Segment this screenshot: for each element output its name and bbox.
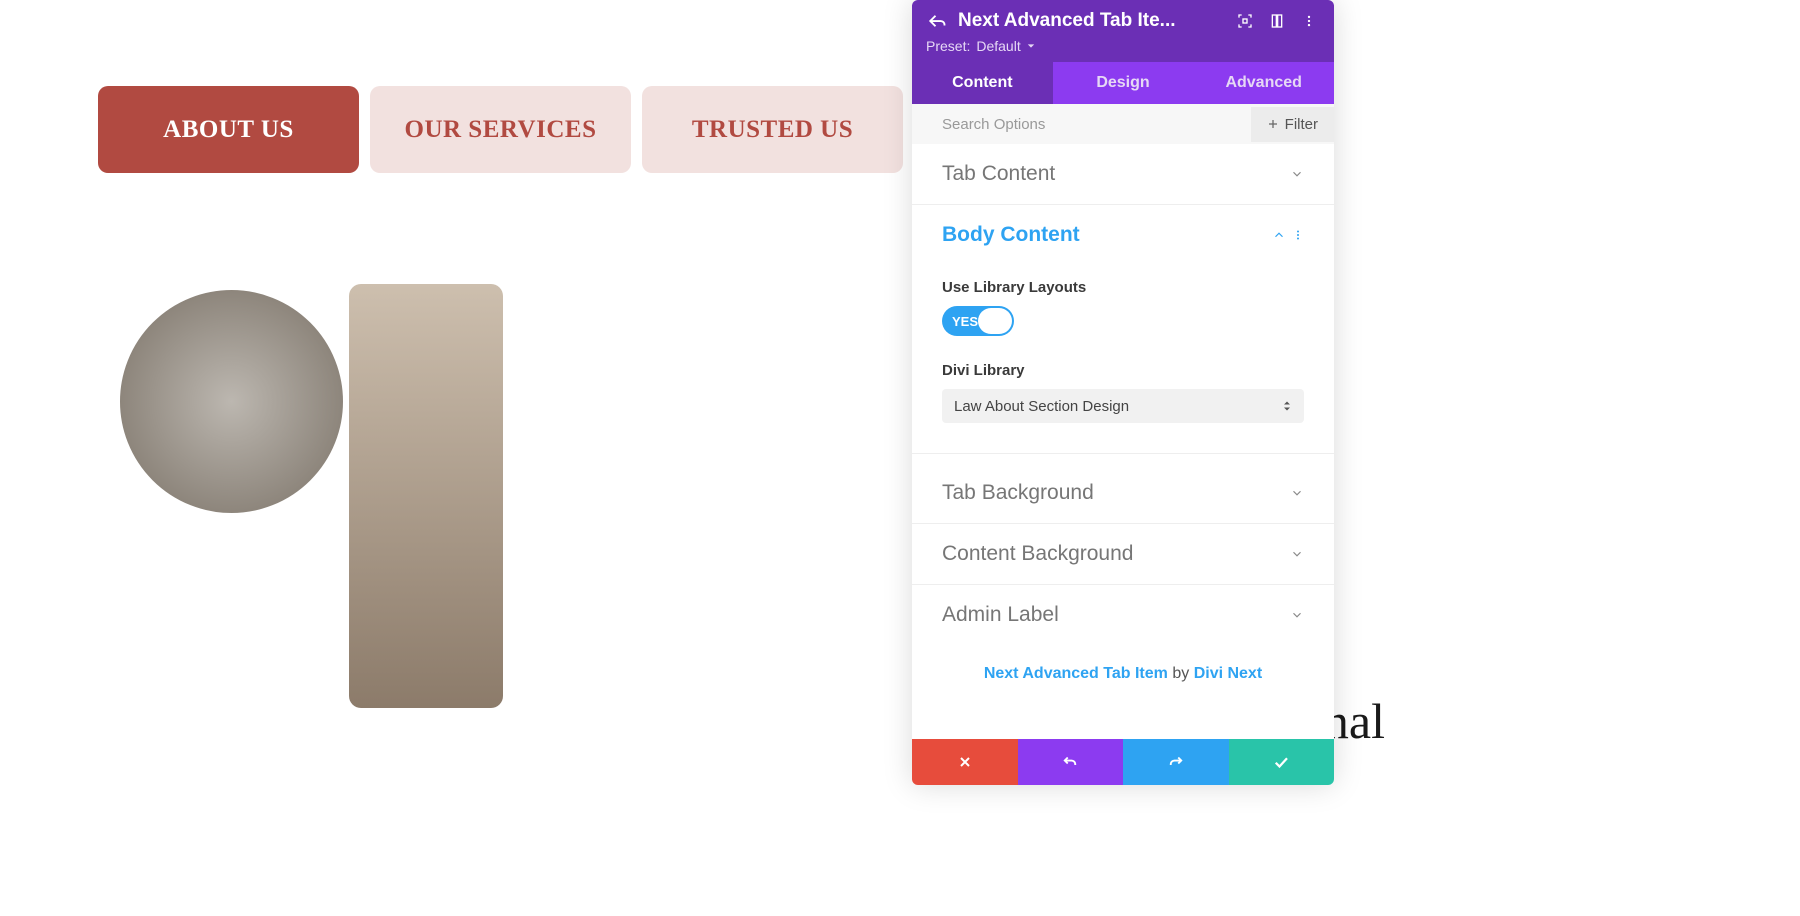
use-library-label: Use Library Layouts xyxy=(942,279,1304,296)
justice-statue-circle-image xyxy=(114,284,349,519)
section-title: Tab Background xyxy=(942,481,1094,505)
author-link[interactable]: Divi Next xyxy=(1194,665,1262,682)
module-settings-panel: Next Advanced Tab Ite... Preset: Default… xyxy=(912,0,1334,785)
about-content-images xyxy=(114,284,504,708)
preset-label: Preset: xyxy=(926,38,970,54)
section-title: Admin Label xyxy=(942,603,1059,627)
section-tab-background[interactable]: Tab Background xyxy=(912,463,1334,524)
select-arrows-icon xyxy=(1282,400,1292,412)
divi-library-select[interactable]: Law About Section Design xyxy=(942,389,1304,423)
tab-trusted-us[interactable]: TRUSTED US xyxy=(642,86,903,173)
module-credit: Next Advanced Tab Item by Divi Next xyxy=(912,645,1334,703)
back-icon[interactable] xyxy=(926,10,948,32)
panel-title: Next Advanced Tab Ite... xyxy=(958,10,1224,32)
use-library-toggle[interactable]: YES xyxy=(942,306,1014,336)
panel-tab-design[interactable]: Design xyxy=(1053,62,1194,104)
panel-body: Tab Content Body Content Use Library Lay… xyxy=(912,144,1334,739)
lawyer-rect-image xyxy=(349,284,503,708)
preset-selector[interactable]: Preset: Default xyxy=(926,38,1320,54)
section-tab-content[interactable]: Tab Content xyxy=(912,144,1334,205)
chevron-down-icon xyxy=(1290,167,1304,181)
drag-icon[interactable] xyxy=(1266,10,1288,32)
panel-tab-content[interactable]: Content xyxy=(912,62,1053,104)
chevron-down-icon xyxy=(1027,42,1035,50)
filter-label: Filter xyxy=(1285,116,1318,133)
more-icon[interactable] xyxy=(1292,229,1304,241)
undo-icon xyxy=(1061,753,1079,771)
body-content-fields: Use Library Layouts YES Divi Library Law… xyxy=(912,279,1334,443)
more-icon[interactable] xyxy=(1298,10,1320,32)
cancel-button[interactable] xyxy=(912,739,1018,785)
panel-header: Next Advanced Tab Ite... Preset: Default xyxy=(912,0,1334,62)
divi-library-value: Law About Section Design xyxy=(954,398,1129,415)
search-filter-row: Search Options Filter xyxy=(912,104,1334,144)
chevron-up-icon xyxy=(1272,228,1286,242)
panel-tab-advanced[interactable]: Advanced xyxy=(1193,62,1334,104)
divi-library-label: Divi Library xyxy=(942,362,1304,379)
redo-button[interactable] xyxy=(1123,739,1229,785)
chevron-down-icon xyxy=(1290,608,1304,622)
tab-our-services[interactable]: OUR SERVICES xyxy=(370,86,631,173)
section-admin-label[interactable]: Admin Label xyxy=(912,585,1334,645)
module-name-link[interactable]: Next Advanced Tab Item xyxy=(984,665,1168,682)
chevron-down-icon xyxy=(1290,486,1304,500)
tab-about-us[interactable]: ABOUT US xyxy=(98,86,359,173)
section-title: Content Background xyxy=(942,542,1133,566)
focus-icon[interactable] xyxy=(1234,10,1256,32)
preset-value: Default xyxy=(976,38,1020,54)
section-content-background[interactable]: Content Background xyxy=(912,524,1334,585)
chevron-down-icon xyxy=(1290,547,1304,561)
section-title: Body Content xyxy=(942,223,1080,247)
undo-button[interactable] xyxy=(1018,739,1124,785)
section-title: Tab Content xyxy=(942,162,1055,186)
by-text: by xyxy=(1172,665,1189,682)
close-icon xyxy=(957,754,973,770)
check-icon xyxy=(1272,753,1290,771)
save-button[interactable] xyxy=(1229,739,1335,785)
search-input[interactable]: Search Options xyxy=(942,116,1251,133)
redo-icon xyxy=(1167,753,1185,771)
plus-icon xyxy=(1267,118,1279,130)
panel-footer xyxy=(912,739,1334,785)
section-body-content[interactable]: Body Content xyxy=(912,205,1334,265)
filter-button[interactable]: Filter xyxy=(1251,107,1334,142)
panel-tabs: Content Design Advanced xyxy=(912,62,1334,104)
